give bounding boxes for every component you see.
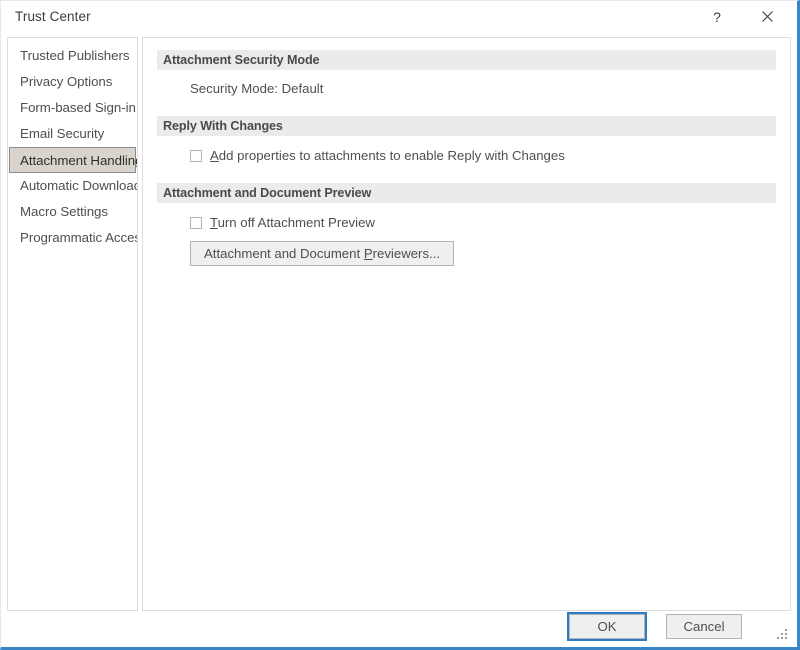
section-header-reply-with-changes: Reply With Changes — [157, 116, 776, 136]
trust-center-dialog: Trust Center ? Trusted Publishers Privac… — [0, 0, 800, 650]
button-text-suffix: reviewers... — [373, 246, 440, 261]
security-mode-value: Security Mode: Default — [190, 81, 790, 96]
sidebar-list: Trusted Publishers Privacy Options Form-… — [8, 38, 137, 251]
checkbox-turn-off-attachment-preview[interactable] — [190, 217, 202, 229]
close-icon — [762, 11, 773, 22]
section-header-attachment-and-document-preview: Attachment and Document Preview — [157, 183, 776, 203]
help-button[interactable]: ? — [694, 1, 740, 32]
title-bar: Trust Center ? — [1, 1, 797, 32]
checkbox-text-turn-off: urn off Attachment Preview — [218, 215, 375, 230]
sidebar-item-trusted-publishers[interactable]: Trusted Publishers — [9, 43, 136, 69]
accel-key-add-properties: A — [210, 148, 219, 163]
sidebar-item-privacy-options[interactable]: Privacy Options — [9, 69, 136, 95]
checkbox-label-add-properties[interactable]: Add properties to attachments to enable … — [210, 148, 565, 163]
sidebar-panel: Trusted Publishers Privacy Options Form-… — [7, 37, 138, 611]
sidebar-item-macro-settings[interactable]: Macro Settings — [9, 199, 136, 225]
checkbox-label-turn-off-attachment-preview[interactable]: Turn off Attachment Preview — [210, 215, 375, 230]
window-title: Trust Center — [15, 9, 91, 24]
sidebar-item-attachment-handling[interactable]: Attachment Handling — [9, 147, 136, 173]
sidebar-item-programmatic-access[interactable]: Programmatic Access — [9, 225, 136, 251]
sidebar-item-email-security[interactable]: Email Security — [9, 121, 136, 147]
section-body-reply-with-changes: Add properties to attachments to enable … — [143, 148, 790, 163]
sidebar-item-automatic-download[interactable]: Automatic Download — [9, 173, 136, 199]
cancel-button[interactable]: Cancel — [666, 614, 742, 639]
ok-button[interactable]: OK — [569, 614, 645, 639]
attachment-and-document-previewers-button[interactable]: Attachment and Document Previewers... — [190, 241, 454, 266]
question-mark-icon: ? — [713, 10, 721, 24]
section-header-attachment-security-mode: Attachment Security Mode — [157, 50, 776, 70]
section-body-attachment-security-mode: Security Mode: Default — [143, 81, 790, 96]
button-text-prefix: Attachment and Document — [204, 246, 364, 261]
resize-grip-icon[interactable] — [777, 628, 789, 640]
checkbox-row-turn-off-attachment-preview[interactable]: Turn off Attachment Preview — [190, 215, 790, 230]
close-button[interactable] — [744, 1, 790, 32]
checkbox-row-add-properties[interactable]: Add properties to attachments to enable … — [190, 148, 790, 163]
section-body-attachment-and-document-preview: Turn off Attachment Preview Attachment a… — [143, 215, 790, 266]
sidebar-item-form-based-sign-in[interactable]: Form-based Sign-in — [9, 95, 136, 121]
dialog-footer: OK Cancel — [1, 607, 797, 647]
accel-key-previewers: P — [364, 246, 373, 261]
content-panel: Attachment Security Mode Security Mode: … — [142, 37, 791, 611]
accel-key-turn-off: T — [210, 215, 218, 230]
checkbox-add-properties[interactable] — [190, 150, 202, 162]
checkbox-text-add-properties: dd properties to attachments to enable R… — [219, 148, 565, 163]
